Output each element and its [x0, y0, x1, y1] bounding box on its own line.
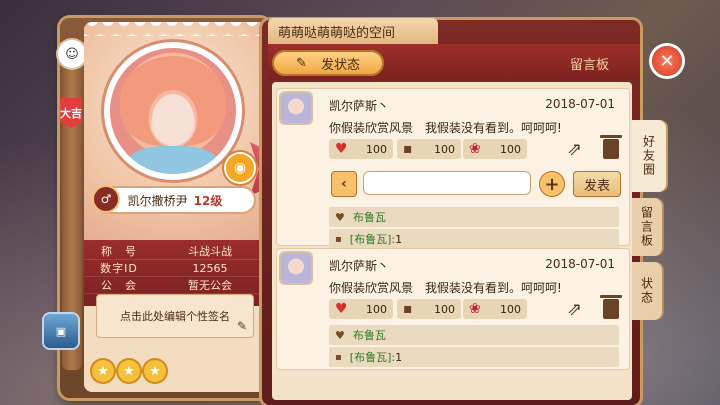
- send-button[interactable]: 发表: [573, 171, 621, 197]
- comment-count: 100: [434, 302, 455, 316]
- star-icon: ★: [144, 360, 166, 382]
- message-board-label: 留言板: [570, 58, 610, 73]
- feed-list[interactable]: 凯尔萨斯丶 2018-07-01 你假装欣赏风景 我假装没有看到。呵呵呵! ♥ …: [272, 82, 632, 400]
- liked-by-name[interactable]: 布鲁瓦: [353, 209, 386, 225]
- comment-stat[interactable]: ▪ 100: [397, 299, 461, 319]
- plus-icon[interactable]: +: [539, 171, 565, 197]
- star-icon: ★: [118, 360, 140, 382]
- trash-icon[interactable]: [600, 135, 622, 159]
- heart-icon: ♥: [335, 328, 345, 342]
- pen-icon: ✎: [236, 319, 247, 333]
- trash-icon[interactable]: [600, 295, 622, 319]
- side-tabs: 好友圈 留言板 状态: [632, 120, 666, 326]
- post-text: 你假装欣赏风景 我假装没有看到。呵呵呵!: [329, 281, 562, 295]
- comment-icon: ▪: [335, 351, 342, 363]
- like-count: 100: [366, 142, 387, 156]
- rose-icon: ❀: [469, 301, 481, 317]
- comment-author[interactable]: [布鲁瓦]:: [350, 349, 395, 365]
- comment-count: 100: [434, 142, 455, 156]
- heart-icon: ♥: [335, 141, 348, 157]
- avatar-body: [128, 146, 218, 174]
- like-stat[interactable]: ♥ 100: [329, 139, 393, 159]
- comment-stat[interactable]: ▪ 100: [397, 139, 461, 159]
- player-name: 凯尔撒桥尹: [127, 193, 188, 208]
- share-icon[interactable]: ⇗: [567, 299, 589, 321]
- rose-stat[interactable]: ❀ 100: [463, 139, 527, 159]
- feed-post: 凯尔萨斯丶 2018-07-01 你假装欣赏风景 我假装没有看到。呵呵呵! ♥ …: [276, 248, 630, 370]
- post-date: 2018-07-01: [545, 257, 615, 271]
- comment-icon: ▪: [403, 141, 413, 157]
- comment-row: ▪ [布鲁瓦]: 1: [329, 347, 619, 367]
- comment-text: 1: [395, 350, 403, 364]
- gender-icon: ♂: [94, 187, 118, 211]
- info-key: 数字ID: [100, 262, 138, 275]
- post-author-avatar[interactable]: [281, 253, 311, 283]
- info-key: 称 号: [101, 245, 137, 258]
- post-status-label: 发状态: [320, 57, 360, 73]
- share-icon[interactable]: ⇗: [567, 139, 589, 161]
- lace-border: [84, 22, 266, 36]
- info-row-id: 数字ID 12565: [84, 260, 266, 277]
- avatar[interactable]: [110, 48, 236, 174]
- like-stat[interactable]: ♥ 100: [329, 299, 393, 319]
- info-value: 斗战斗战: [188, 245, 232, 258]
- comment-icon: ▪: [403, 301, 413, 317]
- space-title: 萌萌哒萌萌哒的空间: [268, 18, 438, 44]
- comment-text: 1: [395, 232, 403, 246]
- teru-teru-doll-icon: ☺: [58, 40, 86, 68]
- star-rating: ★ ★ ★: [92, 360, 166, 382]
- signature-edit-box[interactable]: 点击此处编辑个性签名 ✎: [96, 294, 254, 338]
- info-row-guild: 公 会 暂无公会: [84, 277, 266, 294]
- close-icon[interactable]: ✕: [652, 46, 682, 76]
- post-author-avatar[interactable]: [281, 93, 311, 123]
- profile-header: ◉ ♂ 凯尔撒桥尹 12级: [84, 22, 266, 252]
- feed-post: 凯尔萨斯丶 2018-07-01 你假装欣赏风景 我假装没有看到。呵呵呵! ♥ …: [276, 88, 630, 249]
- pencil-icon: ✎: [296, 55, 307, 71]
- post-text: 你假装欣赏风景 我假装没有看到。呵呵呵!: [329, 121, 562, 135]
- chevron-left-icon[interactable]: ‹: [331, 171, 357, 197]
- reply-input[interactable]: [363, 171, 531, 195]
- signature-placeholder: 点击此处编辑个性签名: [120, 310, 230, 323]
- post-author[interactable]: 凯尔萨斯丶: [329, 257, 389, 274]
- comment-icon: ▪: [335, 233, 342, 245]
- player-level: 12级: [193, 193, 223, 208]
- player-name-bar: ♂ 凯尔撒桥尹 12级: [94, 187, 254, 212]
- post-status-button[interactable]: ✎ 发状态: [272, 50, 384, 76]
- tab-friends-circle[interactable]: 好友圈: [632, 120, 666, 192]
- avatar-face: [152, 94, 194, 146]
- liked-by-name[interactable]: 布鲁瓦: [353, 327, 386, 343]
- tab-message-board[interactable]: 留言板: [632, 198, 662, 256]
- camera-icon[interactable]: ◉: [226, 154, 254, 182]
- info-row-title: 称 号 斗战斗战: [84, 243, 266, 260]
- tab-status[interactable]: 状态: [632, 262, 662, 320]
- rose-count: 100: [500, 142, 521, 156]
- like-count: 100: [366, 302, 387, 316]
- info-value: 暂无公会: [188, 279, 232, 292]
- heart-icon: ♥: [335, 301, 348, 317]
- reply-row: ‹ + 发表: [277, 169, 629, 199]
- event-badge-icon[interactable]: ▣: [44, 314, 78, 348]
- info-key: 公 会: [101, 279, 137, 292]
- info-value: 12565: [192, 261, 228, 275]
- comment-author[interactable]: [布鲁瓦]:: [350, 231, 395, 247]
- liked-by-row: ♥ 布鲁瓦: [329, 207, 619, 227]
- rose-icon: ❀: [469, 141, 481, 157]
- profile-panel: ◉ ♂ 凯尔撒桥尹 12级 称 号 斗战斗战 数字ID 12565 公 会 暂无…: [84, 22, 266, 392]
- rose-count: 100: [500, 302, 521, 316]
- post-author[interactable]: 凯尔萨斯丶: [329, 97, 389, 114]
- star-icon: ★: [92, 360, 114, 382]
- post-date: 2018-07-01: [545, 97, 615, 111]
- rank-tag: 大吉: [60, 98, 82, 128]
- rose-stat[interactable]: ❀ 100: [463, 299, 527, 319]
- comment-row: ▪ [布鲁瓦]: 1: [329, 229, 619, 249]
- liked-by-row: ♥ 布鲁瓦: [329, 325, 619, 345]
- heart-icon: ♥: [335, 210, 345, 224]
